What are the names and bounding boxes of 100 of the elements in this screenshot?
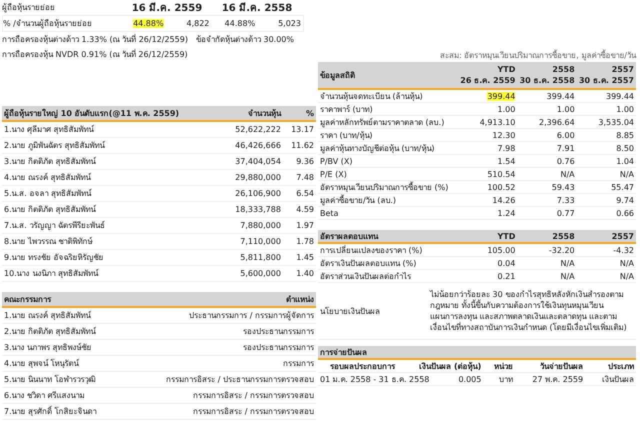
table-cell: 4,822 <box>186 19 210 28</box>
table-cell: 6.นาย กิตติภัต สุทธิสัมพัทน์ <box>4 205 96 214</box>
column-header: เงินปันผล (ต่อหุ้น) <box>419 362 482 370</box>
table-cell: 10.นาง นงนิภา สุทธิสัมพัทน์ <box>4 269 98 278</box>
table-cell: อัตราหมุนเวียนปริมาณการซื้อขาย (%) <box>320 182 448 192</box>
table-cell: การเปลี่ยนแปลงของราคา (%) <box>320 246 422 254</box>
table-cell: 46,426,666 <box>235 141 281 150</box>
table-cell: 44.88% <box>133 19 164 28</box>
column-header: การจ่ายปันผล <box>318 346 636 359</box>
table-cell: N/A <box>560 170 575 178</box>
column-header: คณะกรรมการ <box>2 292 124 307</box>
table-cell: 399.44 <box>606 92 634 100</box>
table-cell: 2.นาย กิตติภัต สุทธิสัมพัทน์ <box>4 327 96 336</box>
table-cell: 7.98 <box>498 144 516 152</box>
table-cell: 399.44 <box>546 92 575 100</box>
column-header: YTD <box>496 64 516 75</box>
table-cell: N/A <box>560 258 575 268</box>
info-text: ข้อจำกัดหุ้นต่างด้าว 30.00% <box>196 34 294 46</box>
table-cell: บาท <box>499 374 514 384</box>
table-cell: 1.97 <box>296 221 314 230</box>
table-cell: ประธานกรรมการ / กรรมการผู้จัดการ <box>189 311 314 320</box>
column-header: 2558 <box>517 230 577 243</box>
table-cell: 4,913.10 <box>480 118 516 126</box>
table-cell: 5.น.ส. อจลา สุทธิสัมพัทน์ <box>4 189 91 198</box>
date-heading: 16 มี.ค. 2559 <box>130 1 204 15</box>
table-cell: 105.00 <box>487 246 516 254</box>
column-header: 26 ธ.ค. 2559 <box>460 75 516 86</box>
table-cell: นโยบายเงินปันผล <box>320 306 380 316</box>
table-cell: 1.นาย ณรงค์ สุทธิสัมพัทน์ <box>4 311 91 320</box>
table-cell: 9.นาย ทรงชัย อัจฉริยหิรัญชัย <box>4 253 104 262</box>
table-cell: 5,023 <box>278 19 301 28</box>
table-cell: 0.76 <box>556 156 575 166</box>
table-cell: 0.04 <box>498 258 516 268</box>
column-header: วันจ่ายปันผล <box>540 362 584 370</box>
row-label: % /จำนวนผู้ถือหุ้นรายย่อย <box>3 18 93 30</box>
table-cell: 6.00 <box>556 130 575 140</box>
table-cell: รองประธานกรรมการ <box>243 343 314 352</box>
table-cell: อัตราส่วนเงินปันผลต่อกำไร <box>320 272 411 280</box>
table-cell: 8.85 <box>616 130 634 140</box>
table-cell: 1.00 <box>556 104 575 114</box>
table-cell: 9.36 <box>296 157 314 166</box>
table-cell: 29,880,000 <box>235 173 281 182</box>
table-cell: 8.50 <box>616 144 634 152</box>
policy-text: ไม่น้อยกว่าร้อยละ 30 ของกำไรสุทธิหลังหักเงินสำรองตามกฎหมาย ทั้งนี้ขึ้นกับความต้องการใช้เงินทุนหมุนเวียน แผนการลงทุน และสภาพตลาดเงินและตลาดทุน และตามเงื่อนไขที่ทางสถาบันการเงินกำหนด (โดยมีเงื่อนไขเพิ่มเติม) <box>430 290 627 332</box>
table-cell: 1.78 <box>296 237 314 246</box>
table-cell: 0.21 <box>498 272 516 280</box>
table-cell: 0.77 <box>556 208 575 218</box>
column-header: จำนวนหุ้น <box>222 106 283 121</box>
table-cell: Beta <box>320 208 338 218</box>
table-cell: N/A <box>620 170 634 178</box>
table-cell: กรรมการอิสระ / กรรมการตรวจสอบ <box>193 391 314 400</box>
table-cell: 26,106,900 <box>235 189 281 198</box>
table-cell: P/E (X) <box>320 170 347 178</box>
table-cell: ราคา (บาท/หุ้น) <box>320 130 372 140</box>
note-text: สะสม: อัตราหมุนเวียนปริมาณการซื้อขาย, มูลค่าซื้อขาย/วัน <box>438 50 636 62</box>
table-cell: N/A <box>620 272 634 280</box>
table-cell: 7.33 <box>556 196 575 204</box>
table-cell: กรรมการอิสระ / กรรมการตรวจสอบ <box>193 407 314 416</box>
column-header: ประเภท <box>608 362 634 370</box>
column-header: อัตราผลตอบแทน <box>318 230 458 243</box>
table-cell: 27 พ.ค. 2559 <box>532 374 584 384</box>
table-cell: 399.44 <box>487 92 516 100</box>
table-cell: 1.00 <box>616 104 634 114</box>
table-cell: 7.48 <box>296 173 314 182</box>
info-text: การถือครองหุ้น NVDR 0.91% (ณ วันที่ 26/12/2559) <box>2 48 188 61</box>
table-cell: 5.นาย นินนาท โอฬารวรวุฒิ <box>4 375 96 384</box>
table-cell: 4.นาย สุพจน์ โหนุรัตน์ <box>4 359 79 368</box>
table-cell: ราคาพาร์ (บาท) <box>320 104 373 114</box>
column-header: % <box>282 106 316 121</box>
table-cell: มูลค่าหุ้นทางบัญชีต่อหุ้น (บาท/หุ้น) <box>320 144 434 152</box>
table-cell: 4.นาย ณรงค์ สุทธิสัมพัทน์ <box>4 173 91 182</box>
table-cell: 8.นาย ไพวรรณ ชาติพิทักษ์ <box>4 237 93 246</box>
table-cell: N/A <box>560 272 575 280</box>
table-cell: 59.43 <box>552 182 575 192</box>
column-header: YTD <box>458 230 518 243</box>
table-cell: 1.24 <box>498 208 516 218</box>
table-cell: 7.นาย สุรศักดิ์ โกสิยะจินดา <box>4 407 97 416</box>
column-header: 2557 <box>610 64 634 75</box>
table-cell: 37,404,054 <box>235 157 281 166</box>
table-cell: 5,600,000 <box>240 269 281 278</box>
table-cell: 7.91 <box>556 144 575 152</box>
table-cell: 11.62 <box>291 141 314 150</box>
table-cell: 7,880,000 <box>240 221 281 230</box>
table-cell: 100.52 <box>487 182 516 192</box>
column-header: ตำแหน่ง <box>124 292 316 307</box>
column-header: 2557 <box>576 230 636 243</box>
table-cell: มูลค่าหลักทรัพย์ตามราคาตลาด (ลบ.) <box>320 118 444 126</box>
table-cell: 7,110,000 <box>240 237 281 246</box>
retail-label: ผู้ถือหุ้นรายย่อย <box>2 2 56 14</box>
table-cell: 3.นาง นภาพร สุทธิพงษ์ชัย <box>4 343 92 352</box>
table-cell: 6.นาง ชวิดา ศรีแสงนาม <box>4 391 85 400</box>
table-cell: N/A <box>620 258 634 268</box>
date-heading: 16 มี.ค. 2558 <box>220 1 294 15</box>
table-cell: 3,535.04 <box>598 118 634 126</box>
table-cell: 3.นาย กิตติภัต สุทธิสัมพัทน์ <box>4 157 96 166</box>
table-cell: รองประธานกรรมการ <box>243 327 314 336</box>
table-cell: 14.26 <box>492 196 516 204</box>
table-cell: 4.59 <box>296 205 314 214</box>
table-cell: อัตราเงินปันผลตอบแทน (%) <box>320 258 416 268</box>
table-cell: เงินปันผล <box>602 374 634 384</box>
